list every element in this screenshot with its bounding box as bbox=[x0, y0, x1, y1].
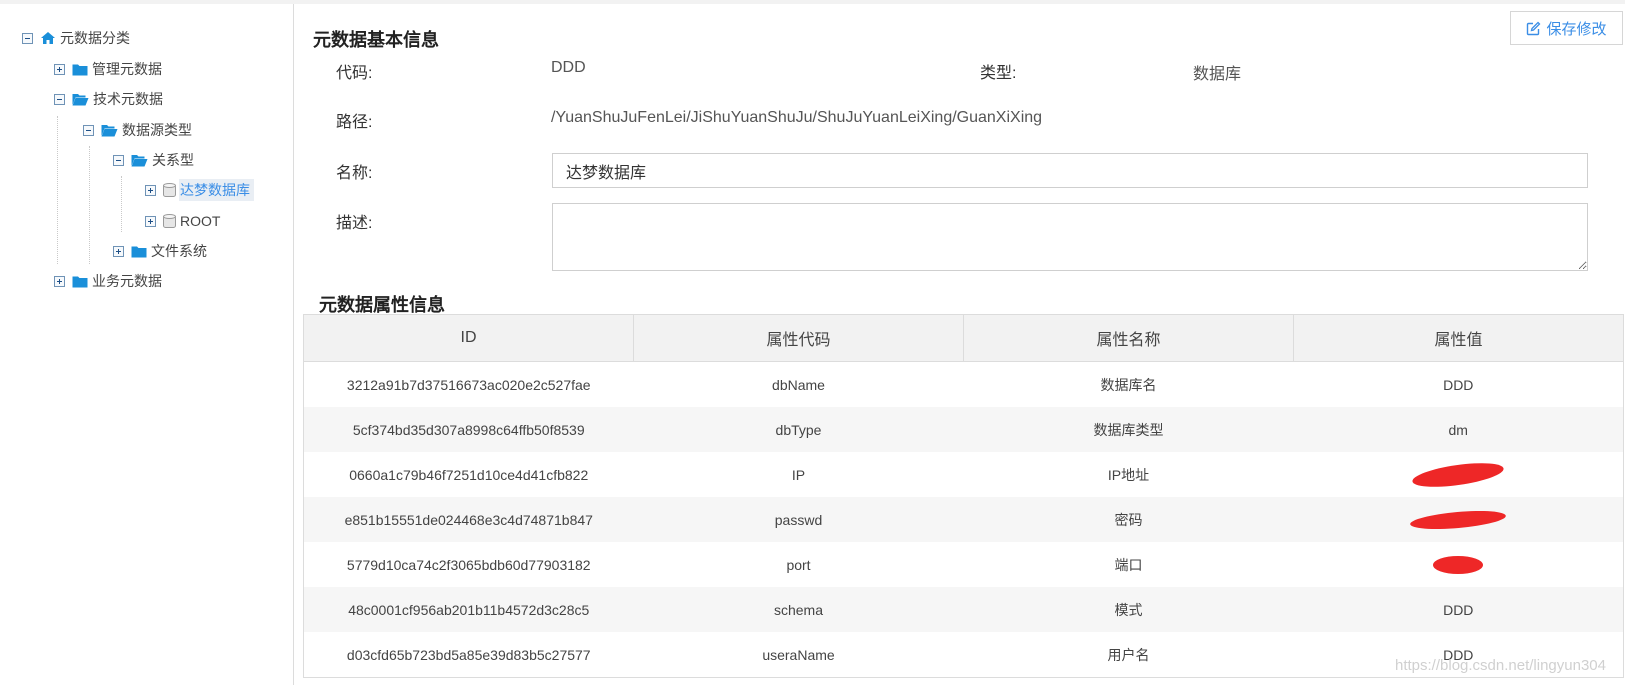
cell-value: dm bbox=[1293, 407, 1624, 452]
tree-node-root[interactable]: 元数据分类 bbox=[22, 28, 134, 48]
cell-id: 5cf374bd35d307a8998c64ffb50f8539 bbox=[303, 407, 634, 452]
database-icon bbox=[163, 182, 176, 198]
cell-code: IP bbox=[791, 466, 806, 483]
cell-name: 数据库名 bbox=[1100, 376, 1157, 393]
home-icon bbox=[40, 31, 56, 45]
expand-toggle-icon[interactable] bbox=[54, 275, 65, 287]
tree-node-datasource-type[interactable]: 数据源类型 bbox=[83, 120, 196, 140]
path-value: /YuanShuJuFenLei/JiShuYuanShuJu/ShuJuYua… bbox=[551, 109, 1043, 126]
tree-node-label: ROOT bbox=[180, 213, 221, 229]
cell-value bbox=[1293, 497, 1624, 542]
expand-toggle-icon[interactable] bbox=[145, 215, 156, 227]
tree-node-relational[interactable]: 关系型 bbox=[113, 150, 198, 170]
folder-icon bbox=[72, 63, 88, 76]
table-header-row: ID 属性代码 属性名称 属性值 bbox=[303, 314, 1624, 362]
redaction-mark bbox=[1411, 458, 1506, 491]
save-changes-button[interactable]: 保存修改 bbox=[1510, 11, 1623, 45]
cell-value: DDD bbox=[1293, 361, 1624, 407]
description-textarea[interactable] bbox=[552, 203, 1588, 271]
cell-name: 模式 bbox=[963, 587, 1294, 632]
cell-id: e851b15551de024468e3c4d74871b847 bbox=[303, 497, 634, 542]
table-row[interactable]: 0660a1c79b46f7251d10ce4d41cfb822 IP IP地址 bbox=[303, 452, 1624, 497]
cell-code: port bbox=[786, 556, 811, 573]
path-label: 路径: bbox=[336, 114, 373, 131]
folder-open-icon bbox=[101, 124, 118, 137]
column-header-attr-code[interactable]: 属性代码 bbox=[633, 314, 964, 362]
tree-node-label: 关系型 bbox=[152, 152, 194, 168]
edit-icon bbox=[1527, 21, 1541, 35]
cell-id: 3212a91b7d37516673ac020e2c527fae bbox=[303, 361, 634, 407]
database-icon bbox=[163, 213, 176, 229]
cell-value: DDD bbox=[1293, 587, 1624, 632]
column-header-attr-name[interactable]: 属性名称 bbox=[963, 314, 1294, 362]
cell-name: 数据库类型 bbox=[963, 407, 1294, 452]
code-label: 代码: bbox=[336, 65, 373, 82]
tree-node-label: 业务元数据 bbox=[92, 273, 162, 289]
table-row[interactable]: 48c0001cf956ab201b11b4572d3c28c5 schema … bbox=[303, 587, 1624, 632]
cell-value bbox=[1293, 452, 1624, 497]
table-row[interactable]: 5779d10ca74c2f3065bdb60d77903182 port 端口 bbox=[303, 542, 1624, 587]
cell-code: dbType bbox=[633, 407, 964, 452]
tree-node-label: 技术元数据 bbox=[93, 91, 163, 107]
cell-code: useraName bbox=[633, 632, 964, 678]
tree-node-management-metadata[interactable]: 管理元数据 bbox=[54, 59, 166, 79]
cell-id: 0660a1c79b46f7251d10ce4d41cfb822 bbox=[303, 452, 634, 497]
tree-node-label: 文件系统 bbox=[151, 243, 207, 259]
tree-node-label: 达梦数据库 bbox=[179, 179, 254, 201]
tree-node-business-metadata[interactable]: 业务元数据 bbox=[54, 271, 166, 291]
column-header-id[interactable]: ID bbox=[303, 314, 634, 362]
expand-toggle-icon[interactable] bbox=[54, 63, 65, 75]
tree-node-technical-metadata[interactable]: 技术元数据 bbox=[54, 89, 167, 109]
table-row[interactable]: 3212a91b7d37516673ac020e2c527fae dbName … bbox=[303, 361, 1624, 407]
tree-node-file-system[interactable]: 文件系统 bbox=[113, 241, 211, 261]
tree-node-label: 管理元数据 bbox=[92, 61, 162, 77]
expand-toggle-icon[interactable] bbox=[113, 245, 124, 257]
watermark: https://blog.csdn.net/lingyun304 bbox=[1395, 657, 1606, 674]
cell-code: schema bbox=[633, 587, 964, 632]
attribute-table: ID 属性代码 属性名称 属性值 3212a91b7d37516673ac020… bbox=[303, 314, 1624, 678]
tree-guide-line bbox=[89, 146, 90, 264]
tree-node-label: 数据源类型 bbox=[122, 122, 192, 138]
metadata-category-tree: 元数据分类 管理元数据 技术元数据 数据源类型 关系型 达梦数据库 ROOT 文… bbox=[0, 4, 294, 685]
cell-id: 48c0001cf956ab201b11b4572d3c28c5 bbox=[303, 587, 634, 632]
tree-node-root-db[interactable]: ROOT bbox=[145, 211, 224, 231]
collapse-toggle-icon[interactable] bbox=[54, 93, 65, 105]
cell-code: dbName bbox=[772, 376, 825, 393]
type-label: 类型: bbox=[980, 65, 1017, 82]
name-label: 名称: bbox=[336, 165, 373, 182]
folder-open-icon bbox=[131, 154, 148, 167]
save-button-label: 保存修改 bbox=[1546, 20, 1607, 38]
cell-code: passwd bbox=[633, 497, 964, 542]
type-value: 数据库 bbox=[1193, 66, 1242, 83]
cell-name: IP地址 bbox=[1107, 466, 1150, 483]
collapse-toggle-icon[interactable] bbox=[22, 32, 33, 44]
cell-id: d03cfd65b723bd5a85e39d83b5c27577 bbox=[303, 632, 634, 678]
table-row[interactable]: e851b15551de024468e3c4d74871b847 passwd … bbox=[303, 497, 1624, 542]
cell-name: 端口 bbox=[1114, 556, 1143, 573]
tree-guide-line bbox=[121, 176, 122, 232]
folder-open-icon bbox=[72, 93, 89, 106]
basic-info-title: 元数据基本信息 bbox=[313, 30, 439, 50]
folder-icon bbox=[131, 245, 147, 258]
description-label: 描述: bbox=[336, 215, 373, 232]
redaction-mark bbox=[1409, 507, 1507, 533]
folder-icon bbox=[72, 275, 88, 288]
column-header-attr-value[interactable]: 属性值 bbox=[1293, 314, 1624, 362]
table-row[interactable]: 5cf374bd35d307a8998c64ffb50f8539 dbType … bbox=[303, 407, 1624, 452]
cell-name: 密码 bbox=[963, 497, 1294, 542]
cell-value bbox=[1293, 542, 1624, 587]
redaction-mark bbox=[1433, 555, 1484, 574]
code-value: DDD bbox=[551, 59, 586, 76]
collapse-toggle-icon[interactable] bbox=[113, 154, 124, 166]
name-input[interactable] bbox=[552, 153, 1588, 188]
cell-name: 用户名 bbox=[963, 632, 1294, 678]
tree-node-label: 元数据分类 bbox=[60, 30, 130, 46]
cell-id: 5779d10ca74c2f3065bdb60d77903182 bbox=[303, 542, 634, 587]
expand-toggle-icon[interactable] bbox=[145, 184, 156, 196]
tree-guide-line bbox=[57, 116, 58, 264]
tree-node-dameng-database[interactable]: 达梦数据库 bbox=[145, 179, 254, 201]
collapse-toggle-icon[interactable] bbox=[83, 124, 94, 136]
